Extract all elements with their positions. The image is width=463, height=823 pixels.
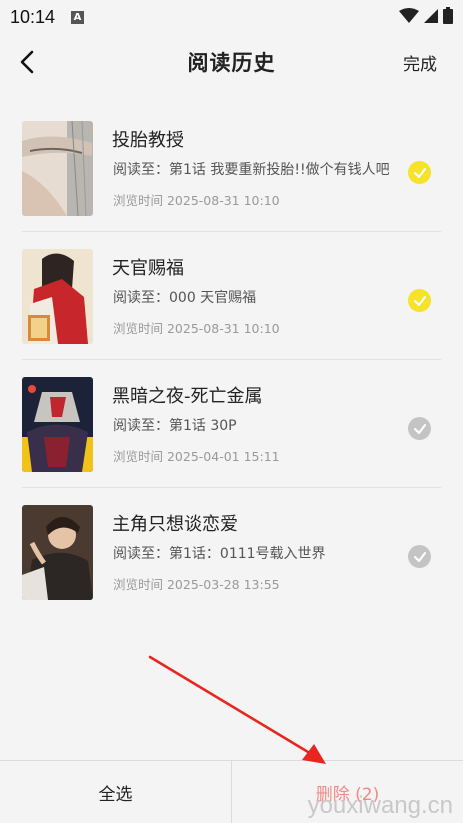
chevron-left-icon: [20, 50, 34, 74]
delete-button[interactable]: 删除 (2): [232, 761, 463, 823]
browse-time: 浏览时间 2025-04-01 15:11: [113, 449, 280, 464]
comic-title: 黑暗之夜-死亡金属: [112, 386, 263, 407]
comic-cover-image: [22, 121, 93, 216]
browse-time: 浏览时间 2025-08-31 10:10: [113, 193, 280, 208]
app-header: 阅读历史 完成: [0, 34, 463, 90]
reading-progress: 阅读至：第1话 30P: [113, 418, 237, 434]
comic-cover-image: [22, 505, 93, 600]
check-icon: [413, 551, 426, 562]
reading-progress: 阅读至：第1话：0111号载入世界: [113, 546, 326, 562]
history-item[interactable]: 投胎教授 阅读至：第1话 我要重新投胎!!做个有钱人吧 浏览时间 2025-08…: [22, 104, 441, 232]
status-icons: [399, 7, 453, 24]
history-list: 投胎教授 阅读至：第1话 我要重新投胎!!做个有钱人吧 浏览时间 2025-08…: [0, 104, 463, 616]
check-icon: [413, 423, 426, 434]
select-checkbox[interactable]: [408, 161, 431, 184]
signal-icon: [424, 8, 438, 23]
history-item[interactable]: 天官赐福 阅读至：000 天官赐福 浏览时间 2025-08-31 10:10: [22, 232, 441, 360]
reading-progress: 阅读至：000 天官赐福: [113, 290, 257, 306]
select-checkbox[interactable]: [408, 545, 431, 568]
history-item[interactable]: 主角只想谈恋爱 阅读至：第1话：0111号载入世界 浏览时间 2025-03-2…: [22, 488, 441, 616]
page-title: 阅读历史: [187, 50, 276, 75]
battery-icon: [443, 7, 453, 24]
select-checkbox[interactable]: [408, 289, 431, 312]
browse-time: 浏览时间 2025-08-31 10:10: [113, 321, 280, 336]
select-checkbox[interactable]: [408, 417, 431, 440]
comic-cover-image: [22, 249, 93, 344]
status-time: 10:14: [10, 6, 56, 27]
status-bar: 10:14 A: [0, 0, 463, 34]
comic-title: 天官赐福: [112, 258, 184, 279]
bottom-action-bar: 全选 删除 (2): [0, 760, 463, 823]
select-all-button[interactable]: 全选: [0, 761, 232, 823]
reading-progress: 阅读至：第1话 我要重新投胎!!做个有钱人吧: [113, 162, 390, 178]
wifi-icon: [399, 7, 419, 23]
comic-cover-image: [22, 377, 93, 472]
comic-title: 投胎教授: [112, 130, 184, 151]
check-icon: [413, 295, 426, 306]
check-icon: [413, 167, 426, 178]
history-item[interactable]: 黑暗之夜-死亡金属 阅读至：第1话 30P 浏览时间 2025-04-01 15…: [22, 360, 441, 488]
comic-title: 主角只想谈恋爱: [112, 514, 238, 535]
done-button[interactable]: 完成: [403, 50, 437, 75]
browse-time: 浏览时间 2025-03-28 13:55: [113, 577, 280, 592]
back-button[interactable]: [14, 48, 42, 76]
notification-a-icon: A: [71, 10, 85, 24]
